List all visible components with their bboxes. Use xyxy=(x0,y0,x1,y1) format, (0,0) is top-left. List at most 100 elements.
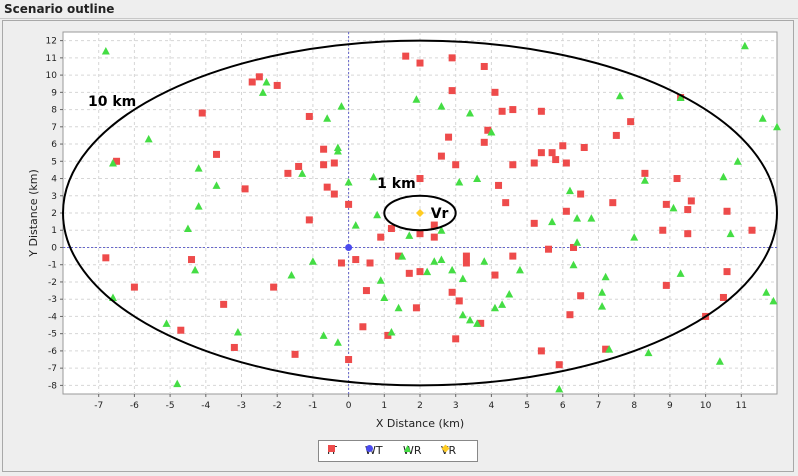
legend-symbol-wr xyxy=(404,445,411,452)
scatter-chart: -7 -6 -5 -4 -3 -2 -1 0 1 2 3 4 5 6 7 8 9 10 11-8-7-6-5-4-3… xyxy=(27,31,781,430)
range-circle-label: 10 km xyxy=(88,94,136,110)
point-it xyxy=(641,169,649,177)
point-it xyxy=(509,252,517,260)
point-it xyxy=(362,287,370,295)
point-it xyxy=(284,169,292,177)
point-it xyxy=(220,300,228,308)
point-it xyxy=(416,59,424,67)
vr-annotation: Vr xyxy=(431,206,449,222)
point-it xyxy=(330,159,338,167)
point-it xyxy=(662,281,670,289)
point-it xyxy=(213,150,221,158)
point-it xyxy=(609,199,617,207)
legend-item-wr: WR xyxy=(403,444,422,457)
point-it xyxy=(530,219,538,227)
y-tick-label: -8 xyxy=(48,381,57,391)
point-it xyxy=(198,109,206,117)
legend-item-it: IT xyxy=(327,444,337,457)
point-it xyxy=(448,54,456,62)
point-it xyxy=(491,271,499,279)
x-tick-label: 6 xyxy=(560,401,566,411)
point-it xyxy=(627,118,635,126)
y-tick-label: 10 xyxy=(46,71,58,81)
y-tick-label: -6 xyxy=(48,347,57,357)
x-tick-label: 4 xyxy=(489,401,495,411)
point-it xyxy=(330,190,338,198)
point-it xyxy=(502,199,510,207)
point-it xyxy=(684,230,692,238)
point-it xyxy=(345,200,353,208)
point-it xyxy=(320,145,328,153)
point-it xyxy=(248,78,256,86)
point-it xyxy=(305,216,313,224)
point-it xyxy=(495,181,503,189)
y-tick-label: -1 xyxy=(48,261,57,271)
point-it xyxy=(659,226,667,234)
point-it xyxy=(448,288,456,296)
x-tick-label: 9 xyxy=(667,401,673,411)
x-tick-label: 10 xyxy=(700,401,712,411)
y-tick-label: 8 xyxy=(51,106,57,116)
point-it xyxy=(530,159,538,167)
point-it xyxy=(445,133,453,141)
range-circle-label: 1 km xyxy=(377,176,416,192)
x-tick-label: -3 xyxy=(237,401,246,411)
point-it xyxy=(562,207,570,215)
point-it xyxy=(366,259,374,267)
y-tick-label: -7 xyxy=(48,364,57,374)
legend-symbol-vr xyxy=(441,444,450,453)
point-it xyxy=(416,175,424,183)
point-it xyxy=(291,350,299,358)
y-tick-label: -5 xyxy=(48,330,57,340)
x-tick-label: -6 xyxy=(130,401,139,411)
point-it xyxy=(462,259,470,267)
x-tick-label: -4 xyxy=(201,401,210,411)
y-tick-label: 3 xyxy=(51,192,57,202)
y-axis-label: Y Distance (km) xyxy=(27,169,40,257)
point-it xyxy=(359,323,367,331)
point-it xyxy=(345,356,353,364)
legend-symbol-it xyxy=(328,445,335,452)
point-it xyxy=(402,52,410,60)
point-it xyxy=(270,283,278,291)
point-it xyxy=(545,245,553,253)
y-tick-label: 11 xyxy=(46,54,57,64)
x-tick-label: -1 xyxy=(308,401,317,411)
point-it xyxy=(452,161,460,169)
y-tick-label: 2 xyxy=(51,209,57,219)
point-it xyxy=(387,225,395,233)
point-it xyxy=(241,185,249,193)
point-it xyxy=(102,254,110,262)
point-it xyxy=(177,326,185,334)
point-it xyxy=(377,233,385,241)
point-it xyxy=(577,292,585,300)
x-tick-label: 0 xyxy=(346,401,352,411)
x-tick-label: -2 xyxy=(273,401,282,411)
point-it xyxy=(673,175,681,183)
point-it xyxy=(230,343,238,351)
point-it xyxy=(405,269,413,277)
point-it xyxy=(491,88,499,96)
x-tick-label: 2 xyxy=(417,401,423,411)
point-it xyxy=(352,256,360,264)
point-it xyxy=(719,293,727,301)
point-it xyxy=(509,161,517,169)
x-tick-label: -5 xyxy=(166,401,175,411)
y-tick-label: -2 xyxy=(48,278,57,288)
chart-legend: IT WT WR VR xyxy=(318,440,478,462)
y-tick-label: 0 xyxy=(51,243,57,253)
legend-item-wt: WT xyxy=(365,444,383,457)
y-tick-label: 12 xyxy=(46,37,57,47)
point-it xyxy=(566,311,574,319)
point-it xyxy=(323,183,331,191)
y-tick-label: 9 xyxy=(51,88,57,98)
y-tick-label: -3 xyxy=(48,295,57,305)
x-axis-label: X Distance (km) xyxy=(376,417,464,430)
y-tick-label: 4 xyxy=(51,175,57,185)
x-tick-label: 5 xyxy=(524,401,530,411)
y-tick-label: 1 xyxy=(51,226,57,236)
legend-symbol-wt xyxy=(366,445,373,452)
point-it xyxy=(723,207,731,215)
point-it xyxy=(437,152,445,160)
point-it xyxy=(498,107,506,115)
